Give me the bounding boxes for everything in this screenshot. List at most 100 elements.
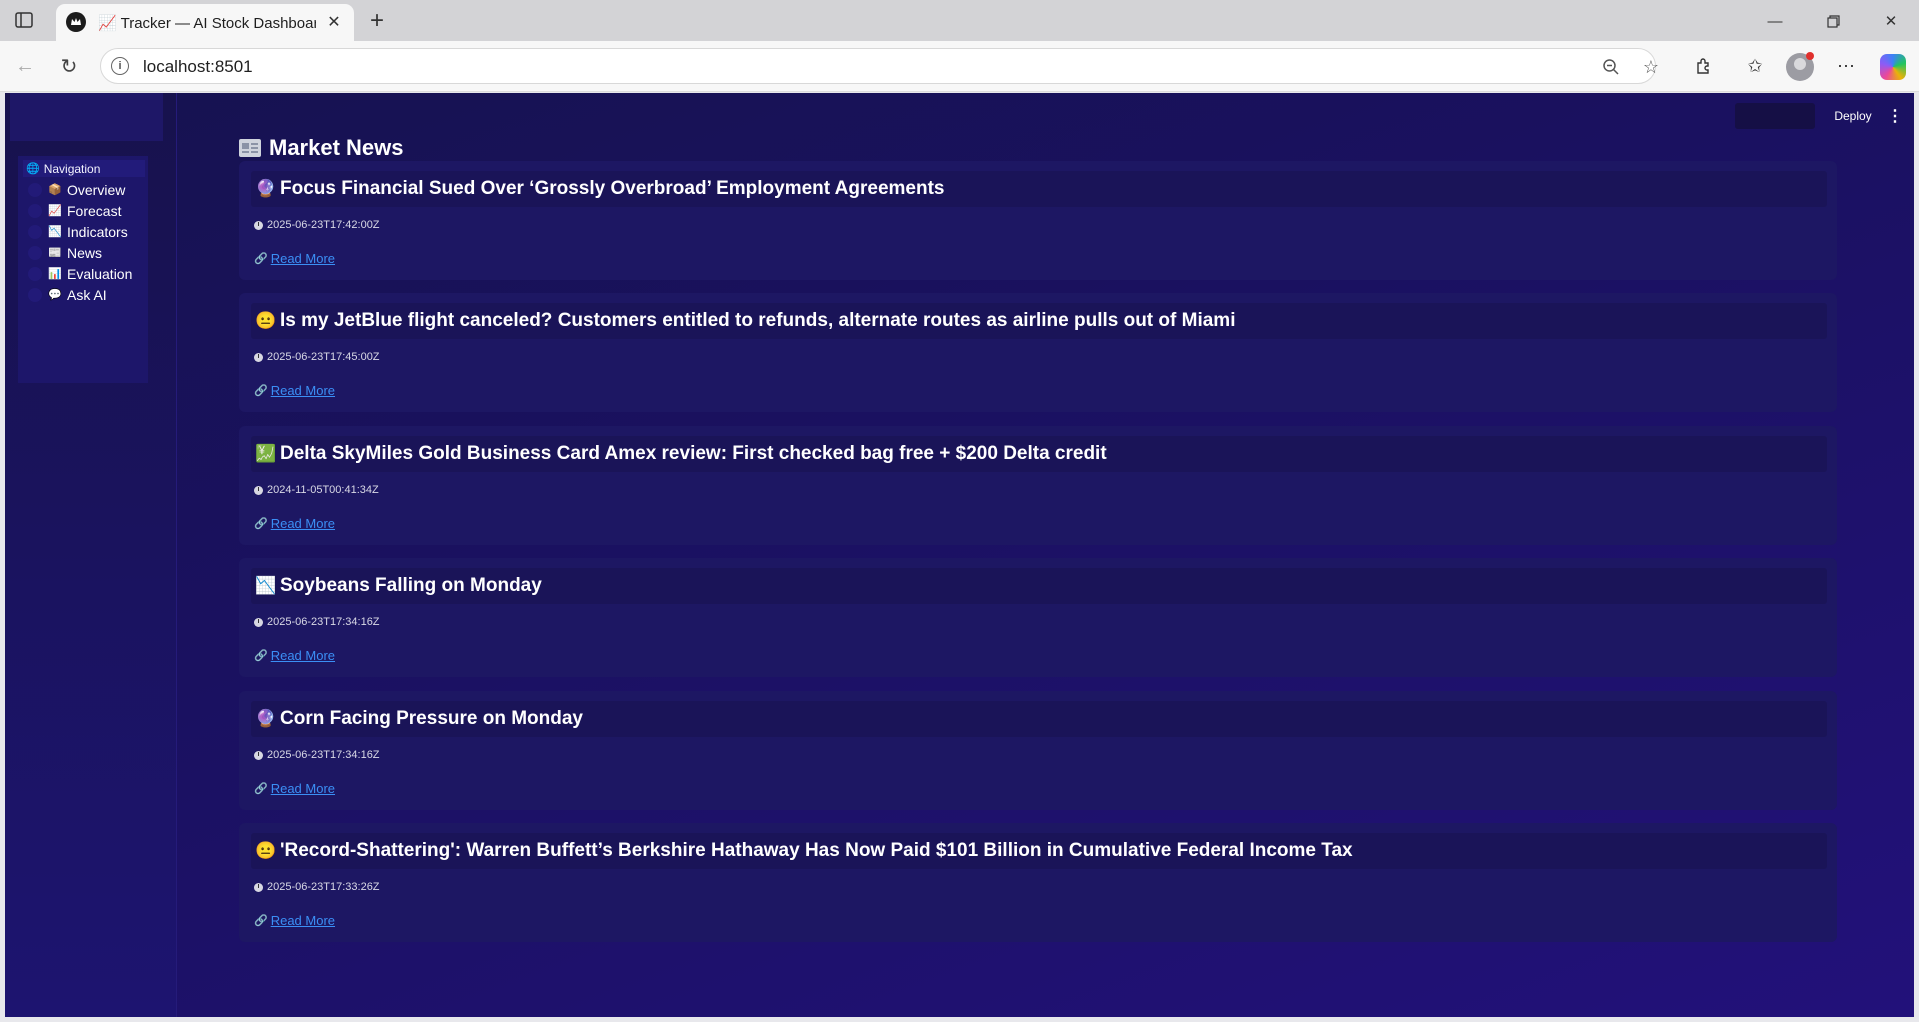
link-icon: 🔗 (254, 783, 268, 795)
timestamp-text: 2025-06-23T17:42:00Z (267, 219, 380, 231)
speech-bubble-icon: 💬 (48, 289, 62, 301)
zoom-out-icon[interactable] (1599, 55, 1623, 79)
news-card: 🔮 Focus Financial Sued Over ‘Grossly Ove… (239, 161, 1837, 280)
timestamp-text: 2024-11-05T00:41:34Z (267, 484, 379, 496)
navigation-heading: 🌐 Navigation (23, 160, 145, 177)
news-title: Soybeans Falling on Monday (280, 575, 542, 596)
tab-close-icon[interactable]: ✕ (324, 12, 344, 32)
news-headline: 🔮 Focus Financial Sued Over ‘Grossly Ove… (251, 171, 1827, 207)
browser-tab[interactable]: 📈 Tracker — AI Stock Dashboard ✕ (56, 4, 354, 41)
read-more-link[interactable]: 🔗 Read More (254, 516, 335, 531)
neutral-face-icon: 😐 (255, 311, 277, 330)
page-header: Market News (239, 135, 404, 161)
newspaper-icon (239, 139, 261, 157)
sidebar-item-evaluation[interactable]: 📊 Evaluation (28, 264, 143, 283)
newspaper-icon: 📰 (48, 247, 62, 259)
timestamp-text: 2025-06-23T17:34:16Z (267, 749, 380, 761)
new-tab-icon[interactable]: + (364, 7, 390, 34)
copilot-icon[interactable] (1880, 54, 1906, 80)
news-headline: 📉 Soybeans Falling on Monday (251, 568, 1827, 604)
news-title: Focus Financial Sued Over ‘Grossly Overb… (280, 178, 945, 199)
news-card: 🔮 Corn Facing Pressure on Monday 2025-06… (239, 691, 1837, 810)
news-headline: 💹 Delta SkyMiles Gold Business Card Amex… (251, 436, 1827, 472)
tab-title: 📈 Tracker — AI Stock Dashboard (98, 15, 316, 32)
sidebar-item-label: Overview (67, 181, 126, 198)
sidebar-header (10, 93, 163, 141)
clock-icon (254, 485, 263, 495)
chart-down-icon: 📉 (255, 576, 277, 595)
sidebar-item-overview[interactable]: 📦 Overview (28, 180, 143, 199)
news-card: 😐 Is my JetBlue flight canceled? Custome… (239, 293, 1837, 412)
crystal-ball-icon: 🔮 (255, 179, 277, 198)
news-timestamp: 2025-06-23T17:33:26Z (254, 881, 380, 893)
link-icon: 🔗 (254, 915, 268, 927)
radio-icon[interactable] (28, 203, 42, 218)
notification-dot (1806, 52, 1814, 60)
more-options-icon[interactable]: ⋯ (1831, 51, 1861, 81)
link-icon: 🔗 (254, 650, 268, 662)
radio-icon[interactable] (28, 224, 42, 239)
news-timestamp: 2025-06-23T17:34:16Z (254, 749, 380, 761)
url-text: localhost:8501 (143, 57, 253, 76)
news-headline: 😐 'Record-Shattering': Warren Buffett’s … (251, 833, 1827, 869)
clock-icon (254, 352, 263, 362)
news-headline: 🔮 Corn Facing Pressure on Monday (251, 701, 1827, 737)
sidebar-item-label: Forecast (67, 202, 122, 219)
read-more-link[interactable]: 🔗 Read More (254, 251, 335, 266)
read-more-label[interactable]: Read More (271, 913, 335, 928)
read-more-link[interactable]: 🔗 Read More (254, 383, 335, 398)
favorite-star-icon[interactable]: ☆ (1639, 55, 1663, 79)
favorites-icon[interactable]: ✩ (1740, 51, 1770, 81)
radio-icon[interactable] (28, 287, 42, 302)
sidebar-item-forecast[interactable]: 📈 Forecast (28, 201, 143, 220)
sidebar-item-indicators[interactable]: 📉 Indicators (28, 222, 143, 241)
restore-icon[interactable] (1818, 8, 1848, 34)
news-card: 😐 'Record-Shattering': Warren Buffett’s … (239, 823, 1837, 942)
news-timestamp: 2025-06-23T17:42:00Z (254, 219, 380, 231)
read-more-link[interactable]: 🔗 Read More (254, 648, 335, 663)
site-info-icon[interactable]: i (111, 57, 129, 75)
clock-icon (254, 882, 263, 892)
clock-icon (254, 220, 263, 230)
sidebar-item-ask-ai[interactable]: 💬 Ask AI (28, 285, 143, 304)
package-icon: 📦 (48, 184, 62, 196)
read-more-label[interactable]: Read More (271, 383, 335, 398)
radio-icon[interactable] (28, 182, 42, 197)
news-timestamp: 2025-06-23T17:45:00Z (254, 351, 380, 363)
timestamp-text: 2025-06-23T17:45:00Z (267, 351, 380, 363)
radio-icon[interactable] (28, 266, 42, 281)
chart-up-icon: 📈 (48, 205, 62, 217)
read-more-link[interactable]: 🔗 Read More (254, 781, 335, 796)
crystal-ball-icon: 🔮 (255, 709, 277, 728)
radio-icon[interactable] (28, 245, 42, 260)
streamlit-crown-icon (66, 12, 86, 32)
read-more-label[interactable]: Read More (271, 251, 335, 266)
page-title: Market News (269, 135, 404, 160)
tab-actions-icon[interactable] (12, 9, 36, 31)
browser-tab-bar: 📈 Tracker — AI Stock Dashboard ✕ + — ✕ (0, 0, 1919, 41)
url-field[interactable]: i localhost:8501 ☆ (100, 48, 1659, 84)
minimize-icon[interactable]: — (1760, 8, 1790, 34)
link-icon: 🔗 (254, 518, 268, 530)
main-content: Market News 🔮 Focus Financial Sued Over … (193, 93, 1853, 1017)
news-title: Corn Facing Pressure on Monday (280, 708, 583, 729)
browser-address-bar: ← ↻ i localhost:8501 ☆ ✩ ⋯ (0, 41, 1919, 92)
bar-chart-icon: 📊 (48, 268, 62, 280)
reload-icon[interactable]: ↻ (54, 51, 84, 81)
clock-icon (254, 750, 263, 760)
sidebar-item-news[interactable]: 📰 News (28, 243, 143, 262)
read-more-label[interactable]: Read More (271, 516, 335, 531)
main-menu-icon[interactable]: ⋮ (1885, 103, 1905, 129)
back-icon[interactable]: ← (10, 51, 40, 81)
news-timestamp: 2025-06-23T17:34:16Z (254, 616, 380, 628)
read-more-link[interactable]: 🔗 Read More (254, 913, 335, 928)
close-window-icon[interactable]: ✕ (1876, 8, 1906, 34)
link-icon: 🔗 (254, 253, 268, 265)
read-more-label[interactable]: Read More (271, 648, 335, 663)
read-more-label[interactable]: Read More (271, 781, 335, 796)
news-headline: 😐 Is my JetBlue flight canceled? Custome… (251, 303, 1827, 339)
navigation-panel: 🌐 Navigation 📦 Overview 📈 Forecast 📉 Ind… (18, 156, 148, 383)
news-card: 💹 Delta SkyMiles Gold Business Card Amex… (239, 426, 1837, 545)
extensions-icon[interactable] (1689, 51, 1719, 81)
chart-up-icon: 💹 (255, 444, 277, 463)
